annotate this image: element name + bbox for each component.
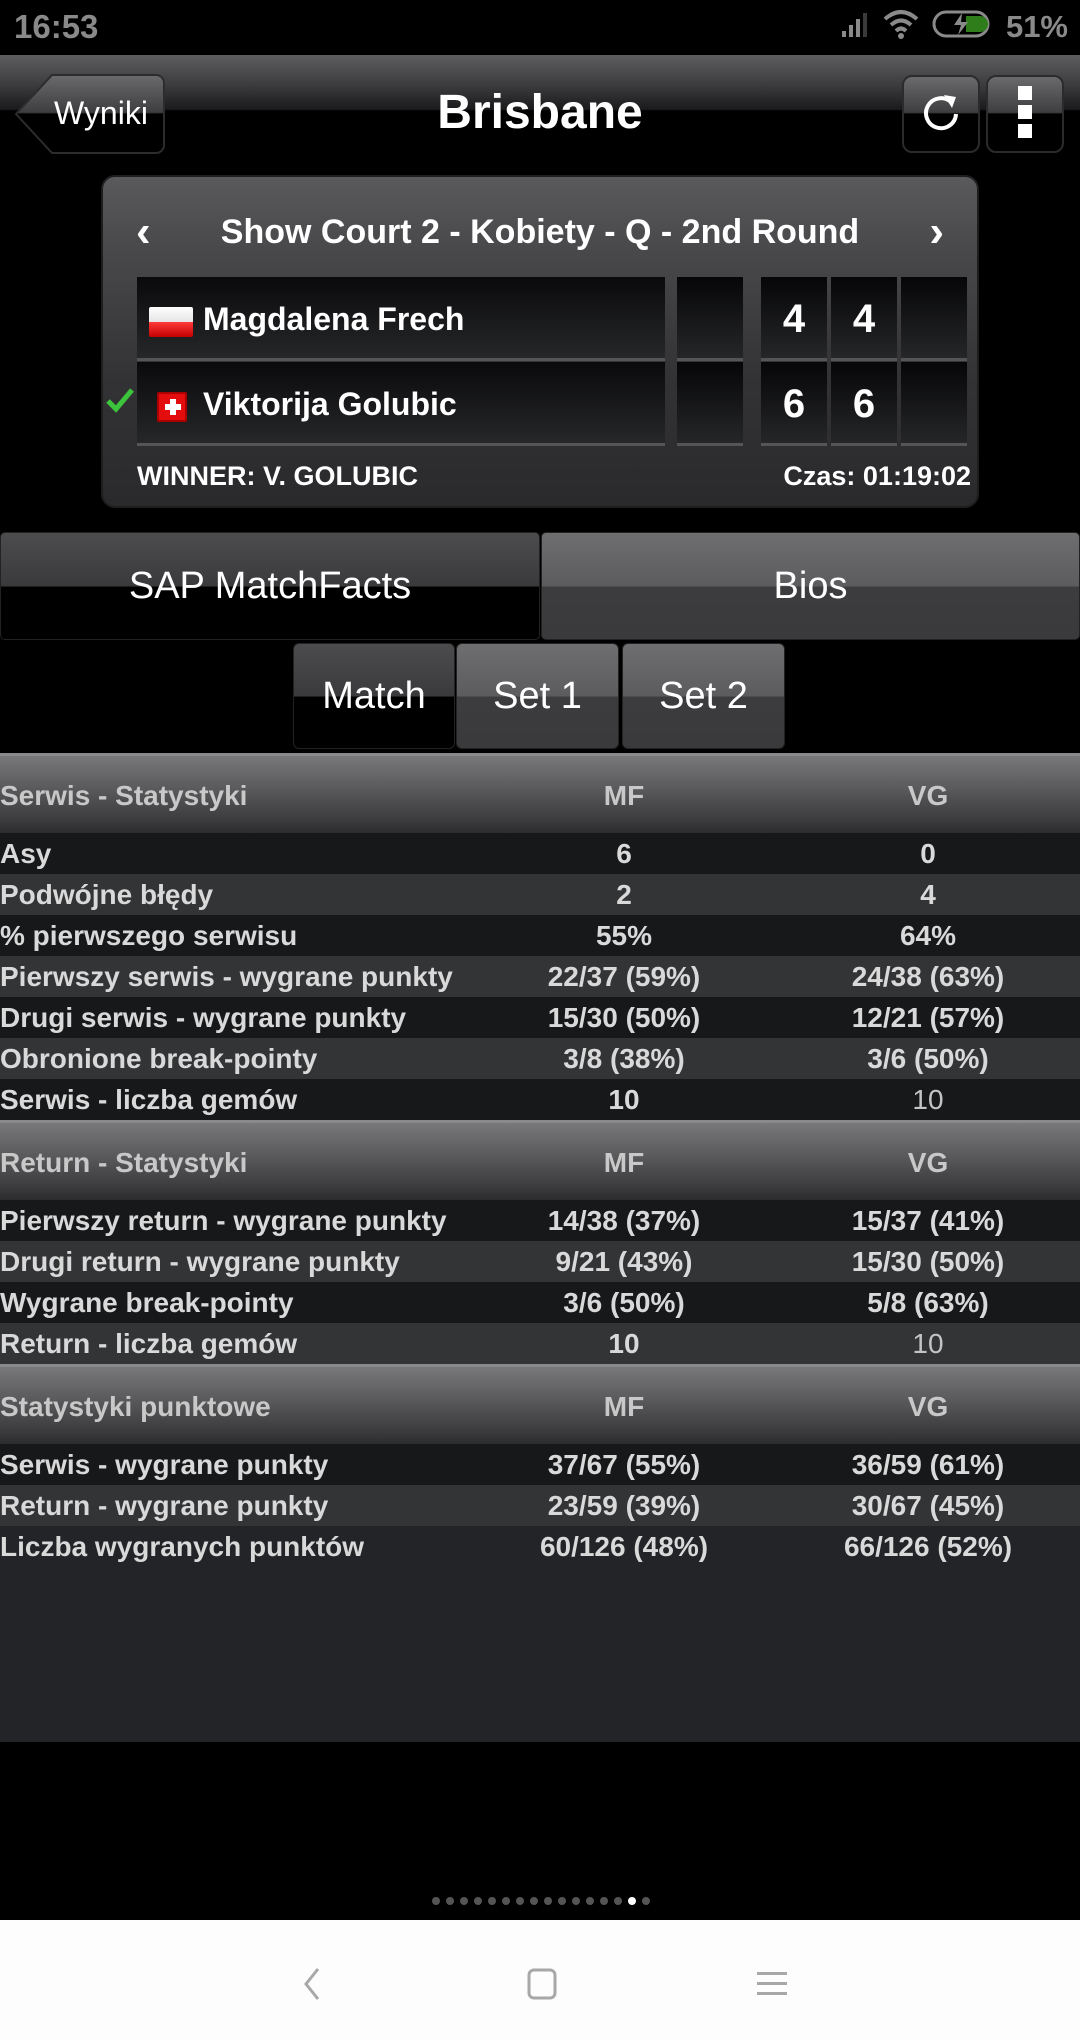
section-header-points: Statystyki punktowe MF VG [0,1364,1080,1444]
page-dot[interactable] [446,1897,454,1905]
winner-check-icon [105,387,135,418]
stat-row: Serwis - liczba gemów 10 10 [0,1079,1080,1120]
nav-back-button[interactable] [282,1956,342,2016]
set-score: 6 [831,362,897,446]
page-dot[interactable] [628,1897,636,1905]
tab-match[interactable]: Match [293,643,455,749]
stat-row: Pierwszy serwis - wygrane punkty 22/37 (5… [0,956,1080,997]
stat-row: Return - wygrane punkty 23/59 (39%) 30/67 … [0,1485,1080,1526]
page-dot[interactable] [530,1897,538,1905]
battery-percent: 51% [1005,8,1068,44]
system-nav-bar [0,1920,1080,2040]
stat-row: Serwis - wygrane punkty 37/67 (55%) 36/59 … [0,1444,1080,1485]
serve-indicator-cell [677,277,743,361]
page-dot[interactable] [614,1897,622,1905]
tab-set-1[interactable]: Set 1 [456,643,619,749]
refresh-icon [918,89,964,140]
stat-row: Wygrane break-pointy 3/6 (50%) 5/8 (63%) [0,1282,1080,1323]
set-score [901,362,967,446]
tab-bios[interactable]: Bios [541,532,1080,640]
player-row[interactable]: Magdalena Frech [137,277,665,361]
nav-home-button[interactable] [512,1956,572,2016]
match-card: ‹ Show Court 2 - Kobiety - Q - 2nd Round… [101,175,979,508]
back-icon [300,1966,324,2007]
stat-row: Pierwszy return - wygrane punkty 14/38 (3… [0,1200,1080,1241]
set-score: 4 [831,277,897,361]
page-dot[interactable] [558,1897,566,1905]
signal-icon [840,9,870,44]
serve-indicator-cell [677,362,743,446]
section-header-serve: Serwis - Statystyki MF VG [0,753,1080,833]
page-dot[interactable] [474,1897,482,1905]
page-dot[interactable] [600,1897,608,1905]
set-score [901,277,967,361]
page-dot[interactable] [488,1897,496,1905]
overflow-menu-button[interactable] [986,75,1064,153]
stats-table[interactable]: Serwis - Statystyki MF VG Asy 6 0 Podwójne… [0,753,1080,1742]
nav-recents-button[interactable] [742,1956,802,2016]
player-row[interactable]: Viktorija Golubic [137,362,665,446]
page-dot[interactable] [572,1897,580,1905]
stat-row: Asy 6 0 [0,833,1080,874]
winner-label: WINNER: V. GOLUBIC [137,461,419,491]
tab-sap-matchfacts[interactable]: SAP MatchFacts [0,532,540,640]
page-dot[interactable] [544,1897,552,1905]
match-duration: Czas: 01:19:02 [783,461,971,491]
page-dot[interactable] [432,1897,440,1905]
status-time: 16:53 [14,8,99,45]
tab-set-2[interactable]: Set 2 [622,643,785,749]
section-header-return: Return - Statystyki MF VG [0,1120,1080,1200]
chevron-right-icon[interactable]: › [929,207,944,257]
page-dot[interactable] [460,1897,468,1905]
page-dot[interactable] [642,1897,650,1905]
page-dots[interactable] [432,1897,650,1905]
status-icons: 51% [840,8,1068,45]
page-dot[interactable] [516,1897,524,1905]
stat-row: Liczba wygranych punktów 60/126 (48%) 66/1… [0,1531,1013,1562]
battery-charging-icon [932,8,994,45]
flag-switzerland-icon [157,392,187,422]
stat-row: Obronione break-pointy 3/8 (38%) 3/6 (50%) [0,1038,1080,1079]
stat-row: Return - liczba gemów 10 10 [0,1323,1080,1364]
wifi-icon [882,8,920,45]
home-icon [526,1967,558,2006]
flag-poland-icon [149,307,193,337]
refresh-button[interactable] [902,75,980,153]
set-score: 4 [761,277,827,361]
match-title: Show Court 2 - Kobiety - Q - 2nd Round [220,213,860,251]
stat-row: % pierwszego serwisu 55% 64% [0,915,1080,956]
player-name: Magdalena Frech [203,301,465,337]
overflow-menu-icon [1017,84,1033,145]
stat-row: Drugi serwis - wygrane punkty 15/30 (50%)… [0,997,1080,1038]
set-score: 6 [761,362,827,446]
app-header: Wyniki Brisbane [0,55,1080,160]
recents-icon [755,1969,789,2004]
stat-row: Podwójne błędy 2 4 [0,874,1080,915]
stat-row: Drugi return - wygrane punkty 9/21 (43%) 1… [0,1241,1080,1282]
page-indicator [0,1742,1080,1920]
page-dot[interactable] [586,1897,594,1905]
page-dot[interactable] [502,1897,510,1905]
status-bar: 16:53 51% [0,0,1080,55]
player-name: Viktorija Golubic [203,386,457,422]
